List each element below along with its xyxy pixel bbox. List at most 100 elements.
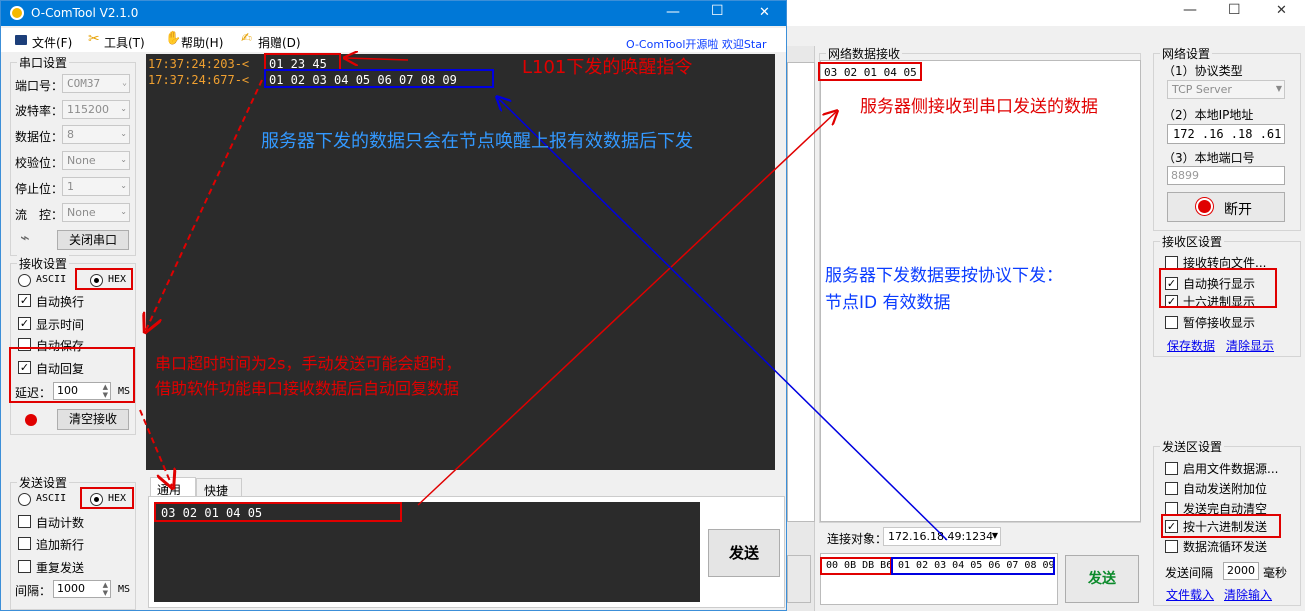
local-port-input[interactable]: 8899 [1167, 166, 1285, 185]
interval-value: 1000 [57, 582, 85, 595]
clear-display-link[interactable]: 清除显示 [1226, 337, 1274, 354]
network-send-label: 发送 [1088, 571, 1116, 587]
menu-help[interactable]: 帮助(H) [181, 34, 223, 51]
pause-display-label: 暂停接收显示 [1183, 316, 1256, 330]
file-source-checkbox[interactable] [1165, 462, 1178, 475]
parity-select[interactable]: None ⌄ [62, 151, 130, 170]
send-settings-title: 发送区设置 [1160, 438, 1225, 455]
show-time-checkbox[interactable]: ✓ [18, 317, 31, 330]
tab-general-label: 通用 [157, 483, 182, 497]
stopbits-select[interactable]: 1 ⌄ [62, 177, 130, 196]
flow-value: None [67, 206, 96, 219]
window-title: O-ComTool V2.1.0 [31, 6, 139, 20]
local-ip-input[interactable]: 172 .16 .18 .61 [1167, 124, 1285, 144]
chevron-down-icon: ⌄ [120, 155, 127, 164]
recv-options-highlight [1159, 268, 1277, 308]
file-source-label: 启用文件数据源... [1183, 462, 1279, 476]
protocol-select[interactable]: TCP Server ▼ [1167, 80, 1285, 99]
parity-label: 校验位： [15, 156, 64, 170]
net-recv-highlight [818, 62, 922, 81]
promo-link[interactable]: O-ComTool开源啦 欢迎Star [626, 36, 766, 52]
baud-select[interactable]: 115200 ⌄ [62, 100, 130, 119]
disconnect-button[interactable]: 断开 [1167, 192, 1285, 222]
maximize-icon[interactable]: ☐ [711, 3, 724, 19]
auto-reply-highlight [9, 347, 135, 403]
auto-count-checkbox[interactable] [18, 515, 31, 528]
clear-input-link[interactable]: 清除输入 [1224, 586, 1272, 603]
baud-label: 波特率： [15, 104, 64, 118]
network-settings-title: 网络设置 [1160, 45, 1213, 62]
server-data-highlight [264, 69, 494, 88]
repeat-send-checkbox[interactable] [18, 560, 31, 573]
menu-donate[interactable]: 捐赠(D) [258, 34, 301, 51]
auto-wrap-checkbox[interactable]: ✓ [18, 294, 31, 307]
recv-ascii-label: ASCII [36, 274, 67, 285]
receive-settings-title: 接收设置 [17, 255, 70, 272]
chevron-down-icon: ⌄ [120, 181, 127, 190]
receive-settings-title: 接收区设置 [1160, 233, 1225, 250]
timeout-note-line2: 借助软件功能串口接收数据后自动回复数据 [155, 379, 460, 398]
plug-icon: ⌁ [20, 228, 30, 247]
interval-label: 间隔： [15, 584, 52, 598]
port-select[interactable]: COM37 ⌄ [62, 74, 130, 93]
target-label: 连接对象： [827, 532, 888, 546]
close-icon[interactable]: ✕ [1276, 3, 1287, 18]
parity-value: None [67, 154, 96, 167]
repeat-send-label: 重复发送 [36, 561, 85, 575]
file-load-link[interactable]: 文件载入 [1166, 586, 1214, 603]
local-ip-label: （2）本地IP地址 [1163, 108, 1254, 122]
network-send-button[interactable]: 发送 [1065, 555, 1139, 603]
minimize-icon[interactable]: — [1183, 2, 1197, 18]
auto-count-label: 自动计数 [36, 516, 85, 530]
target-select[interactable]: 172.16.18.49:1234 ▼ [883, 527, 1001, 546]
databits-label: 数据位： [15, 130, 64, 144]
clear-receive-label: 清空接收 [68, 412, 117, 426]
auto-append-checkbox[interactable] [1165, 482, 1178, 495]
send-interval-input[interactable]: 2000 [1223, 562, 1259, 580]
hex-recv-highlight [75, 268, 133, 290]
add-newline-checkbox[interactable] [18, 537, 31, 550]
close-icon[interactable]: ✕ [759, 5, 770, 20]
disconnect-label: 断开 [1224, 202, 1252, 218]
receive-console[interactable] [146, 54, 775, 470]
wake-cmd-note: L101下发的唤醒指令 [522, 57, 693, 78]
send-label: 发送 [728, 544, 759, 562]
menu-tools[interactable]: 工具(T) [104, 34, 145, 51]
server-send-note: 服务器下发的数据只会在节点唤醒上报有效数据后下发 [261, 131, 693, 152]
donate-icon: ✍ [241, 31, 252, 46]
close-port-button[interactable]: 关闭串口 [57, 230, 129, 250]
protocol-note-line2: 节点ID 有效数据 [825, 293, 951, 313]
send-ascii-radio[interactable] [18, 493, 31, 506]
interval-input[interactable]: 1000 ▲ ▼ [53, 580, 111, 598]
protocol-note-line1: 服务器下发数据要按协议下发： [825, 266, 1063, 286]
save-data-link[interactable]: 保存数据 [1167, 337, 1215, 354]
minimize-icon[interactable]: — [666, 4, 680, 20]
auto-wrap-label: 自动换行 [36, 295, 85, 309]
maximize-icon[interactable]: ☐ [1228, 2, 1241, 18]
send-button[interactable]: 发送 [708, 529, 780, 577]
send-interval-label: 发送间隔 [1165, 566, 1214, 580]
flow-label: 流 控： [15, 208, 64, 222]
timeout-note-line1: 串口超时时间为2s，手动发送可能会超时， [155, 354, 462, 373]
flow-select[interactable]: None ⌄ [62, 203, 130, 222]
chevron-down-icon: ▼ [1275, 84, 1282, 93]
protocol-label: （1）协议类型 [1163, 64, 1243, 78]
recv-ascii-radio[interactable] [18, 274, 31, 287]
show-time-label: 显示时间 [36, 318, 85, 332]
hex-send-option-highlight [1161, 514, 1281, 538]
interval-unit: MS [118, 584, 131, 595]
menu-file[interactable]: 文件(F) [32, 34, 72, 51]
clear-receive-button[interactable]: 清空接收 [57, 409, 129, 430]
pause-display-checkbox[interactable] [1165, 316, 1178, 329]
chevron-down-icon: ⌄ [120, 207, 127, 216]
stopbits-value: 1 [67, 180, 74, 193]
databits-select[interactable]: 8 ⌄ [62, 125, 130, 144]
folder-icon [15, 35, 27, 45]
auto-append-label: 自动发送附加位 [1183, 482, 1268, 496]
loop-send-label: 数据流循环发送 [1183, 540, 1268, 554]
chevron-down-icon: ⌄ [120, 104, 127, 113]
port-label: 端口号： [15, 79, 64, 93]
tab-quick[interactable]: 快捷 [196, 478, 242, 498]
loop-send-checkbox[interactable] [1165, 540, 1178, 553]
tab-general[interactable]: 通用 [150, 477, 196, 497]
